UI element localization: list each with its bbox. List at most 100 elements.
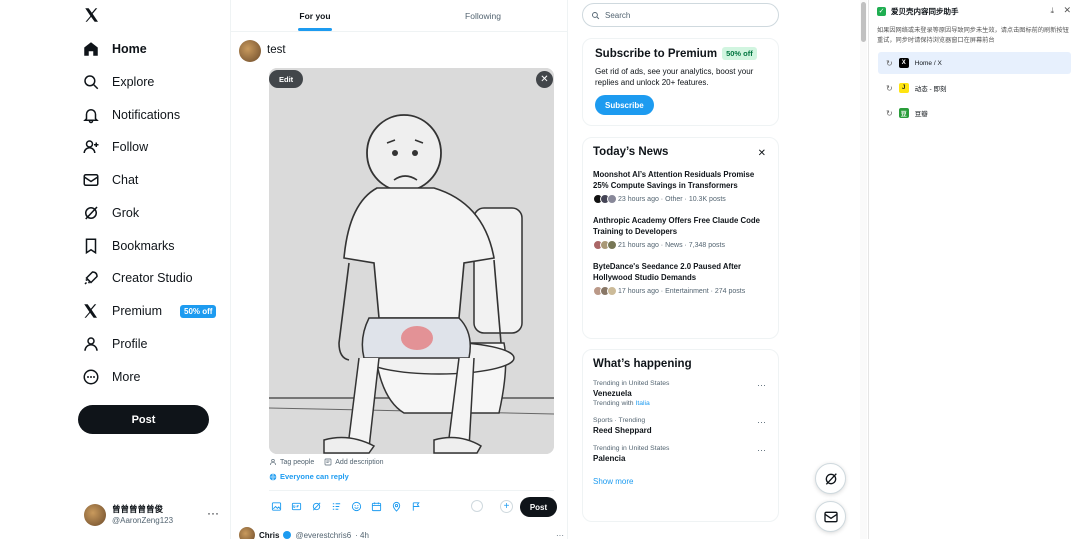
person-icon (270, 459, 276, 466)
submit-post-button[interactable]: Post (520, 497, 557, 517)
nav-home[interactable]: Home (82, 35, 147, 63)
sync-target-item[interactable]: ↻ J 动态 - 即刻 (878, 77, 1071, 99)
nav-explore[interactable]: Explore (82, 68, 154, 96)
grok-icon[interactable] (309, 499, 323, 513)
search-input[interactable]: Search (582, 3, 779, 27)
close-icon[interactable]: ✕ (1063, 5, 1071, 16)
emoji-icon[interactable] (349, 499, 363, 513)
news-avatars (593, 286, 617, 296)
trend-name: Venezuela (593, 389, 632, 398)
messages-float-button[interactable] (815, 501, 846, 532)
profile-icon (84, 337, 98, 351)
envelope-icon (83, 174, 99, 186)
nav-follow[interactable]: Follow (82, 133, 148, 161)
premium-discount-badge: 50% off (180, 304, 217, 318)
flag-icon[interactable] (409, 499, 423, 513)
sync-target-item[interactable]: ↻ 豆 豆瓣 (878, 102, 1071, 124)
more-horizontal-icon[interactable]: ··· (556, 531, 564, 539)
trend-item[interactable]: Trending in United States Venezuela Tren… (593, 380, 768, 407)
composer-toolbar (269, 499, 423, 513)
add-description-button[interactable]: Add description (324, 458, 384, 466)
trend-context: Trending in United States (593, 445, 670, 452)
more-horizontal-icon[interactable]: ··· (757, 417, 766, 427)
nav-grok[interactable]: Grok (82, 199, 139, 227)
trend-name: Reed Sheppard (593, 426, 652, 435)
tab-for-you[interactable]: For you (231, 0, 399, 31)
nav-notifications[interactable]: Notifications (82, 101, 180, 129)
remove-media-close-icon[interactable]: ✕ (536, 71, 553, 88)
sync-target-label: Home / X (914, 59, 942, 67)
pin-icon[interactable]: ⤓ (1050, 6, 1054, 16)
show-more-link[interactable]: Show more (593, 477, 768, 486)
news-item[interactable]: Anthropic Academy Offers Free Claude Cod… (593, 215, 768, 250)
nav-label: Notifications (112, 108, 181, 122)
refresh-icon[interactable]: ↻ (886, 84, 893, 93)
trend-item[interactable]: Trending in United States Palencia ··· (593, 445, 768, 463)
app: Home Explore Notifications Follow Chat G… (0, 0, 1080, 539)
person-add-icon (83, 140, 99, 154)
subscribe-button[interactable]: Subscribe (595, 95, 654, 115)
schedule-icon[interactable] (369, 499, 383, 513)
nav-label: Profile (112, 337, 148, 351)
scrollbar[interactable] (860, 0, 867, 539)
news-item[interactable]: Moonshot AI’s Attention Residuals Promis… (593, 169, 768, 204)
location-icon[interactable] (389, 499, 403, 513)
more-horizontal-icon[interactable]: ··· (757, 445, 766, 455)
sync-target-item[interactable]: ↻ X Home / X (878, 52, 1071, 74)
tweet-author-name[interactable]: Chris (259, 531, 279, 539)
image-icon[interactable] (269, 499, 283, 513)
nav-label: Premium (112, 304, 163, 318)
avatar[interactable] (239, 527, 255, 539)
trend-item[interactable]: Sports · Trending Reed Sheppard ··· (593, 417, 768, 435)
reply-setting-button[interactable]: Everyone can reply (269, 472, 349, 481)
nav-label: Bookmarks (112, 239, 175, 253)
envelope-icon (823, 511, 838, 522)
nav-label: Chat (112, 173, 139, 187)
nav-profile[interactable]: Profile (82, 330, 147, 358)
more-horizontal-icon[interactable]: ··· (757, 380, 766, 390)
account-name: 曾曾曾曾曾俊 (112, 504, 164, 514)
post-button[interactable]: Post (78, 405, 209, 434)
x-logo-icon[interactable] (83, 6, 103, 26)
grok-float-button[interactable] (815, 463, 846, 494)
scroll-thumb[interactable] (861, 2, 866, 42)
refresh-icon[interactable]: ↻ (886, 109, 893, 118)
right-sidebar: Search Subscribe to Premium 50% off Get … (582, 0, 780, 539)
news-headline: Moonshot AI’s Attention Residuals Promis… (593, 170, 755, 190)
refresh-icon[interactable]: ↻ (886, 59, 893, 68)
nav-label: Home (112, 42, 147, 56)
poll-icon[interactable] (329, 499, 343, 513)
gif-icon[interactable] (289, 499, 303, 513)
nav-more[interactable]: More (82, 363, 140, 391)
premium-title: Subscribe to Premium (595, 47, 718, 60)
composer-input[interactable]: test (267, 44, 286, 56)
left-sidebar: Home Explore Notifications Follow Chat G… (0, 0, 230, 539)
add-post-plus-icon[interactable]: + (500, 500, 513, 513)
search-icon (592, 11, 600, 19)
sync-target-label: 豆瓣 (914, 111, 928, 118)
nav-chat[interactable]: Chat (82, 166, 138, 194)
news-title: Today’s News (593, 146, 669, 158)
nav-creator-studio[interactable]: Creator Studio (82, 264, 193, 292)
search-icon (84, 75, 99, 90)
account-switcher[interactable]: 曾曾曾曾曾俊 @AaronZeng123 ··· (84, 502, 219, 528)
trend-sub-link[interactable]: Italia (635, 400, 649, 407)
close-icon[interactable]: ✕ (758, 148, 766, 159)
news-avatars (593, 194, 617, 204)
happening-title: What’s happening (593, 358, 692, 370)
tag-people-button[interactable]: Tag people (269, 458, 314, 466)
premium-card: Subscribe to Premium 50% off Get rid of … (582, 38, 779, 126)
more-horizontal-icon[interactable]: ··· (207, 506, 219, 520)
tweet-author-handle[interactable]: @everestchris6 (295, 531, 351, 539)
news-item[interactable]: ByteDance's Seedance 2.0 Paused After Ho… (593, 261, 768, 296)
news-headline: Anthropic Academy Offers Free Claude Cod… (593, 216, 760, 236)
edit-media-button[interactable]: Edit (269, 70, 304, 88)
whats-happening-card: What’s happening Trending in United Stat… (582, 349, 779, 522)
tab-following[interactable]: Following (399, 0, 567, 31)
nav-bookmarks[interactable]: Bookmarks (82, 232, 175, 260)
rocket-icon (84, 271, 98, 285)
media-actions: Tag people Add description (269, 458, 384, 466)
main-feed: For you Following test Edit ✕ Tag people… (230, 0, 568, 539)
nav-premium[interactable]: Premium 50% off (82, 297, 217, 325)
search-placeholder: Search (605, 10, 631, 20)
